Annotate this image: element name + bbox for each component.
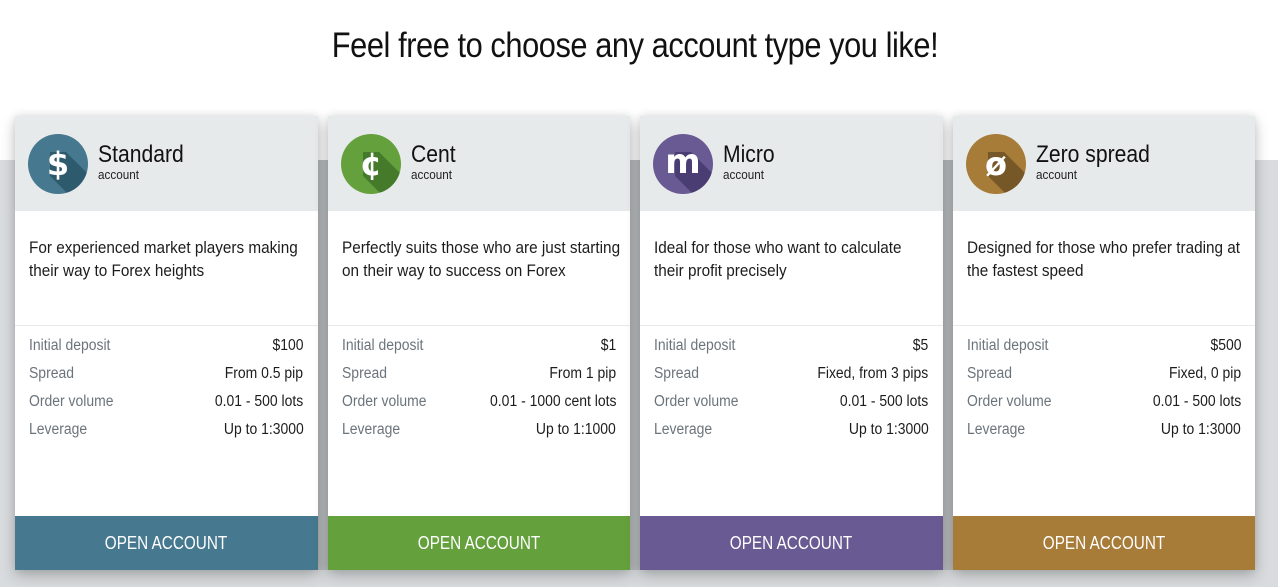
spec-value: $500 [1209, 337, 1241, 354]
account-description: Ideal for those who want to calculate th… [640, 211, 943, 326]
spec-row-spread: Spread Fixed, from 3 pips [654, 361, 929, 389]
icon-glyph: ¢ [359, 145, 381, 183]
spec-row-leverage: Leverage Up to 1:3000 [654, 417, 929, 445]
spec-list: Initial deposit $500 Spread Fixed, 0 pip O… [953, 326, 1256, 445]
spec-row-spread: Spread From 0.5 pip [29, 361, 304, 389]
icon-glyph: ø [985, 145, 1007, 183]
spec-row-order-volume: Order volume 0.01 - 500 lots [967, 389, 1242, 417]
card-header: m Micro account [640, 116, 943, 211]
micro-m-icon: m [653, 133, 713, 194]
spec-row-order-volume: Order volume 0.01 - 500 lots [654, 389, 929, 417]
spec-row-initial-deposit: Initial deposit $1 [342, 333, 617, 361]
account-card-zero-spread: ø Zero spread account Designed for those… [952, 116, 1256, 570]
spec-row-leverage: Leverage Up to 1:1000 [342, 417, 617, 445]
spec-value: Fixed, from 3 pips [817, 365, 929, 382]
spec-label: Leverage [29, 421, 88, 438]
spec-label: Initial deposit [29, 337, 111, 354]
spec-value: From 1 pip [549, 365, 616, 382]
page-heading: Feel free to choose any account type you… [331, 26, 939, 65]
account-subtitle: account [410, 166, 452, 182]
spec-value: Up to 1:3000 [1161, 421, 1241, 438]
account-description: Designed for those who prefer trading at… [952, 211, 1255, 326]
spec-row-order-volume: Order volume 0.01 - 500 lots [29, 389, 304, 417]
spec-label: Leverage [341, 421, 400, 438]
spec-label: Order volume [966, 393, 1052, 410]
spec-value: Up to 1:1000 [536, 421, 616, 438]
spec-label: Spread [341, 365, 387, 382]
spec-label: Spread [966, 365, 1012, 382]
account-card-cent: ¢ Cent account Perfectly suits those who… [327, 116, 631, 570]
open-account-button-zero-spread[interactable]: OPEN ACCOUNT [952, 516, 1255, 570]
open-account-button-cent[interactable]: OPEN ACCOUNT [327, 516, 630, 570]
open-account-button-micro[interactable]: OPEN ACCOUNT [640, 516, 943, 570]
icon-glyph: m [665, 142, 700, 182]
spec-row-order-volume: Order volume 0.01 - 1000 cent lots [342, 389, 617, 417]
open-account-button-standard[interactable]: OPEN ACCOUNT [15, 516, 318, 570]
spec-label: Initial deposit [966, 337, 1048, 354]
icon-glyph: $ [47, 145, 69, 183]
spec-list: Initial deposit $5 Spread Fixed, from 3 pi… [640, 326, 943, 445]
spec-row-leverage: Leverage Up to 1:3000 [29, 417, 304, 445]
account-cards: $ Standard account For experienced marke… [15, 116, 1255, 570]
spec-value: From 0.5 pip [225, 365, 304, 382]
spec-value: Up to 1:3000 [223, 421, 304, 438]
account-subtitle: account [1035, 166, 1077, 182]
account-subtitle: account [723, 166, 764, 182]
spec-list: Initial deposit $100 Spread From 0.5 pip O… [15, 326, 318, 445]
card-header: ø Zero spread account [952, 116, 1255, 211]
spec-value: 0.01 - 500 lots [215, 393, 304, 410]
spec-label: Order volume [29, 393, 114, 410]
spec-row-initial-deposit: Initial deposit $500 [967, 333, 1242, 361]
zero-slash-icon: ø [965, 133, 1026, 194]
card-header: ¢ Cent account [327, 116, 630, 211]
account-subtitle: account [98, 166, 139, 182]
spec-label: Leverage [654, 421, 713, 438]
spec-label: Order volume [341, 393, 427, 410]
spec-value: 0.01 - 500 lots [1152, 393, 1241, 410]
spec-value: 0.01 - 500 lots [840, 393, 929, 410]
spec-value: Fixed, 0 pip [1168, 365, 1241, 382]
spec-label: Spread [654, 365, 699, 382]
account-card-micro: m Micro account Ideal for those who want… [640, 116, 943, 570]
spec-value: 0.01 - 1000 cent lots [489, 393, 616, 410]
spec-label: Leverage [966, 421, 1025, 438]
account-name: Micro [723, 140, 775, 168]
spec-value: $5 [912, 337, 929, 354]
account-description: Perfectly suits those who are just start… [327, 211, 630, 326]
spec-row-initial-deposit: Initial deposit $100 [29, 333, 304, 361]
spec-row-leverage: Leverage Up to 1:3000 [967, 417, 1242, 445]
card-header: $ Standard account [15, 116, 318, 211]
dollar-icon: $ [28, 133, 88, 194]
account-name: Standard [98, 140, 184, 168]
spec-row-spread: Spread Fixed, 0 pip [967, 361, 1242, 389]
account-name: Zero spread [1035, 140, 1150, 168]
spec-row-initial-deposit: Initial deposit $5 [654, 333, 929, 361]
account-description: For experienced market players making th… [15, 211, 318, 326]
spec-list: Initial deposit $1 Spread From 1 pip Order… [328, 326, 631, 445]
spec-label: Initial deposit [654, 337, 736, 354]
spec-row-spread: Spread From 1 pip [342, 361, 617, 389]
spec-label: Initial deposit [341, 337, 423, 354]
account-name: Cent [410, 140, 456, 168]
spec-label: Order volume [654, 393, 739, 410]
spec-value: $100 [272, 337, 304, 354]
cent-icon: ¢ [340, 133, 401, 194]
spec-value: $1 [600, 337, 616, 354]
account-card-standard: $ Standard account For experienced marke… [15, 116, 318, 570]
spec-label: Spread [29, 365, 74, 382]
spec-value: Up to 1:3000 [848, 421, 929, 438]
